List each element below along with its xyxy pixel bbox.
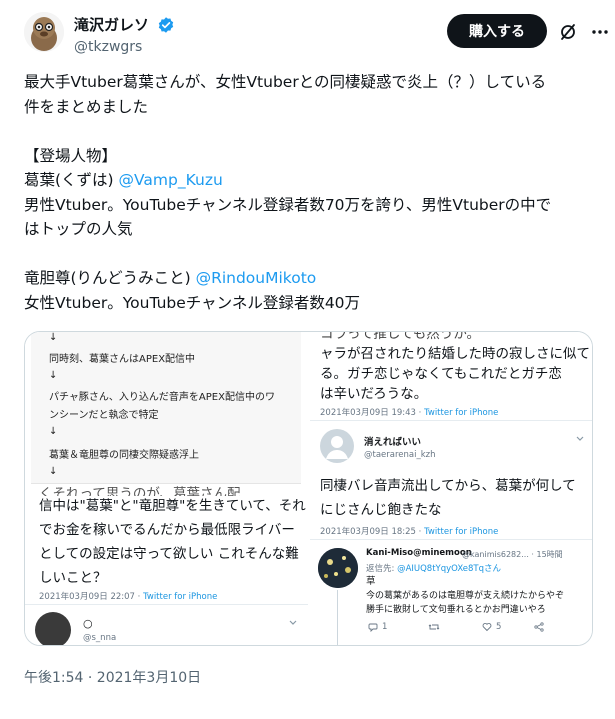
reply-to: 返信先: @AIUQ8tYqyOXe8Tqさん bbox=[366, 564, 501, 574]
quote-line: しいこと？ bbox=[39, 570, 107, 586]
tweet-line: 最大手Vtuber葛葉さんが、女性Vtuberとの同棲疑惑で炎上（？）している bbox=[24, 73, 547, 91]
media-image-right[interactable]: コラって推しても然うか。 ャラが召されたり結婚した時の寂しさに似て る。ガチ恋じ… bbox=[310, 332, 592, 645]
reply-count: 1 bbox=[382, 622, 388, 632]
tweet-timestamp[interactable]: 午後1:54 · 2021年3月10日 bbox=[24, 667, 201, 687]
quote-line: は辛いだろうな。 bbox=[320, 386, 428, 402]
quote-line: にじさんじ飽きたな bbox=[320, 502, 442, 518]
user-name: ○ bbox=[83, 617, 93, 630]
quote-meta: 2021年03月09日 19:43 · Twitter for iPhone bbox=[320, 408, 499, 418]
flow-arrow: ↓ bbox=[49, 426, 58, 437]
flow-arrow: ↓ bbox=[49, 332, 58, 343]
grok-slash-icon[interactable] bbox=[558, 22, 578, 42]
quote-line: る。ガチ恋じゃなくてもこれだとガチ恋 bbox=[320, 366, 562, 382]
user-name: 消えればいい bbox=[364, 437, 422, 448]
person1-desc: 男性Vtuber。YouTubeチャンネル登録者数70万を誇り、男性Vtuber… bbox=[24, 195, 552, 214]
user-handle: @taerarenai_kzh bbox=[364, 450, 436, 460]
section-header: 【登場人物】 bbox=[24, 146, 118, 165]
reply-line: 勝手に散財して文句垂れるとかお門違いやろ bbox=[366, 605, 546, 615]
quote-meta: 2021年03月09日 22:07 · Twitter for iPhone bbox=[39, 592, 218, 602]
quote-line: としての設定は守って欲しい これそんな難 bbox=[39, 546, 299, 562]
more-dots-icon[interactable] bbox=[590, 22, 610, 42]
author-display-name[interactable]: 滝沢ガレソ bbox=[74, 14, 149, 35]
flow-step: 同時刻、葛葉さんはAPEX配信中 bbox=[49, 354, 196, 365]
person2-name: 竜胆尊(りんどうみこと) bbox=[24, 269, 196, 287]
person2-line: 竜胆尊(りんどうみこと) @RindouMikoto bbox=[24, 266, 599, 291]
tweet-line: 件をまとめました bbox=[24, 97, 149, 116]
avatar bbox=[35, 612, 71, 645]
chevron-down-icon bbox=[576, 436, 584, 441]
mention-link[interactable]: @RindouMikoto bbox=[196, 269, 317, 287]
reply-icon bbox=[368, 623, 378, 632]
mention-link[interactable]: @Vamp_Kuzu bbox=[119, 171, 223, 189]
tweet-text: 最大手Vtuber葛葉さんが、女性Vtuberとの同棲疑惑で炎上（？）している … bbox=[24, 70, 599, 315]
avatar bbox=[318, 548, 358, 588]
flowchart-note: ↓ 同時刻、葛葉さんはAPEX配信中 ↓ パチャ豚さん、入り込んだ音声をAPEX… bbox=[31, 332, 301, 484]
quote-cut-line: コラって推しても然うか。 bbox=[320, 332, 480, 342]
quote-line: 信中は"葛葉"と"竜胆尊"を生きていて、それ bbox=[39, 498, 306, 514]
buy-button[interactable]: 購入する bbox=[447, 14, 547, 48]
media-grid[interactable]: ↓ 同時刻、葛葉さんはAPEX配信中 ↓ パチャ豚さん、入り込んだ音声をAPEX… bbox=[24, 331, 593, 646]
quote-meta: 2021年03月09日 18:25 · Twitter for iPhone bbox=[320, 527, 499, 537]
user-handle: @kanimis6282... · 15時間 bbox=[462, 550, 563, 559]
flow-arrow: ↓ bbox=[49, 466, 58, 477]
flow-step: 葛葉＆竜胆尊の同棲交際疑惑浮上 bbox=[49, 450, 199, 461]
flow-arrow: ↓ bbox=[49, 370, 58, 381]
user-handle: @s_nna bbox=[83, 633, 117, 643]
author-handle[interactable]: @tkzwgrs bbox=[74, 39, 175, 55]
reply-line: 草 bbox=[366, 576, 376, 587]
share-icon bbox=[534, 622, 544, 632]
flow-step: ンシーンだと執念で特定 bbox=[49, 410, 159, 421]
person1-desc-cont: はトップの人気 bbox=[24, 220, 133, 238]
reply-line: 今の葛葉があるのは竜胆尊が支え続けたからやぞ bbox=[366, 591, 565, 601]
person1-name: 葛葉(くずは) bbox=[24, 171, 119, 189]
media-image-left[interactable]: ↓ 同時刻、葛葉さんはAPEX配信中 ↓ パチャ豚さん、入り込んだ音声をAPEX… bbox=[25, 332, 308, 645]
flow-step: パチャ豚さん、入り込んだ音声をAPEX配信中のワ bbox=[49, 392, 275, 403]
quote-line: ャラが召されたり結婚した時の寂しさに似て bbox=[320, 346, 590, 362]
heart-icon bbox=[482, 623, 492, 632]
person1-line: 葛葉(くずは) @Vamp_Kuzu bbox=[24, 168, 599, 193]
avatar[interactable] bbox=[24, 12, 64, 52]
retweet-icon bbox=[428, 624, 440, 630]
avatar bbox=[320, 429, 354, 463]
chevron-down-icon bbox=[289, 620, 297, 625]
like-count: 5 bbox=[496, 622, 502, 632]
author-block: 滝沢ガレソ @tkzwgrs bbox=[74, 14, 175, 55]
quote-cut-line: くそれって思うのが、葛葉さん配 bbox=[39, 486, 241, 496]
person2-desc: 女性Vtuber。YouTubeチャンネル登録者数40万 bbox=[24, 293, 361, 312]
quote-line: でお金を稼いでるんだから最低限ライバー bbox=[39, 522, 295, 538]
tweet-header: 滝沢ガレソ @tkzwgrs 購入する bbox=[24, 12, 608, 60]
quote-line: 同棲バレ音声流出してから、葛葉が何して bbox=[320, 478, 576, 494]
user-name: Kani-Miso@minemoon bbox=[366, 548, 472, 558]
verified-badge-icon bbox=[158, 16, 174, 33]
